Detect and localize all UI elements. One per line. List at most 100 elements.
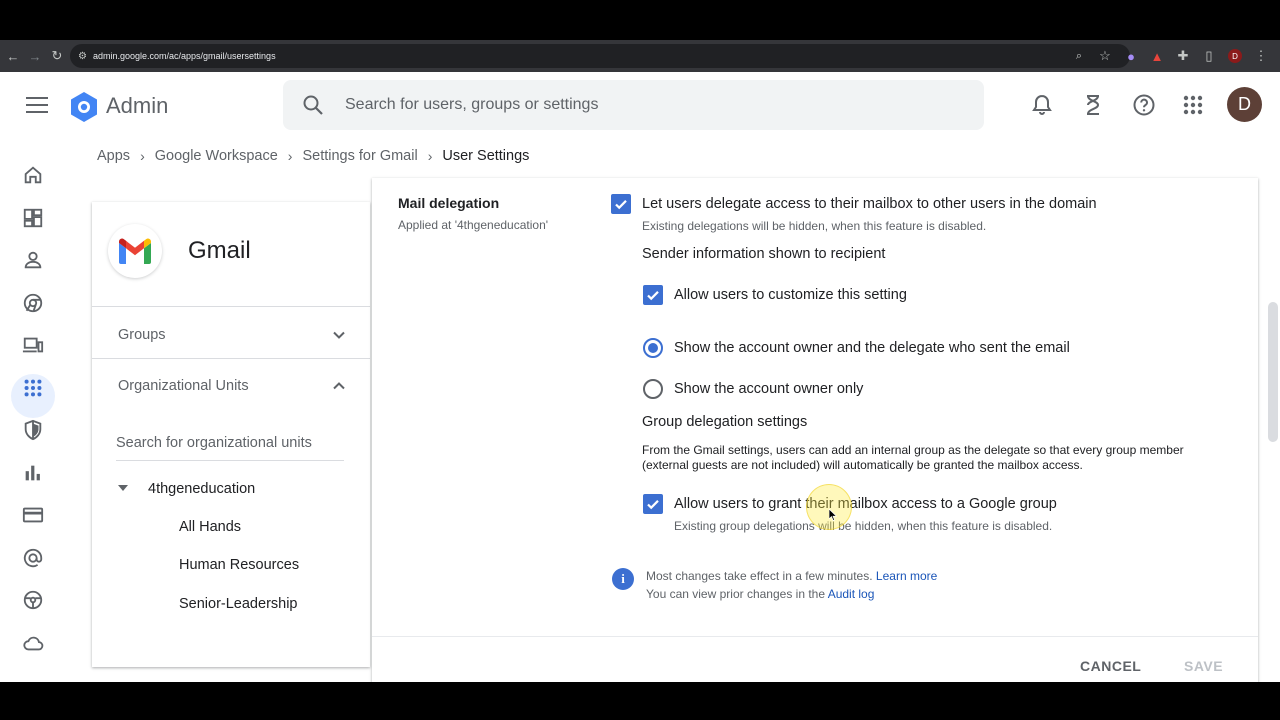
org-unit-panel: Gmail Groups Organizational Units Search… — [92, 202, 370, 667]
breadcrumb-apps[interactable]: Apps — [97, 148, 130, 164]
apps-grid-icon[interactable] — [1181, 93, 1205, 117]
app-header: Admin Search for users, groups or settin… — [0, 72, 1280, 138]
sender-info-heading: Sender information shown to recipient — [642, 246, 886, 262]
group-label: Allow users to grant their mailbox acces… — [674, 496, 1057, 512]
footer-divider — [372, 636, 1258, 637]
global-search[interactable]: Search for users, groups or settings — [283, 80, 984, 130]
main-menu-icon[interactable] — [26, 97, 48, 113]
chrome-icon[interactable] — [20, 290, 46, 316]
search-placeholder: Search for users, groups or settings — [345, 96, 599, 113]
group-delegation-description: From the Gmail settings, users can add a… — [642, 443, 1184, 472]
devices-icon[interactable] — [20, 332, 46, 358]
customize-checkbox[interactable] — [643, 285, 663, 305]
info-text-1: Most changes take effect in a few minute… — [646, 569, 873, 583]
info-text-2: You can view prior changes in the — [646, 587, 826, 601]
security-shield-icon[interactable] — [20, 417, 46, 443]
delegate-label: Let users delegate access to their mailb… — [642, 196, 1097, 212]
radio-owner-only[interactable] — [643, 379, 663, 399]
caret-down-icon[interactable] — [118, 485, 128, 491]
address-bar[interactable]: ⚙ admin.google.com/ac/apps/gmail/userset… — [70, 44, 1130, 68]
audit-log-link[interactable]: Audit log — [828, 587, 875, 601]
extensions-puzzle-icon[interactable]: ✚ — [1172, 45, 1194, 67]
breadcrumb-settings-for-gmail[interactable]: Settings for Gmail — [302, 148, 417, 164]
home-icon[interactable] — [20, 162, 46, 188]
setting-title: Mail delegation — [398, 195, 500, 211]
breadcrumb: Apps › Google Workspace › Settings for G… — [97, 148, 529, 164]
extension-circle-icon[interactable]: ● — [1120, 45, 1142, 67]
delegate-note: Existing delegations will be hidden, whe… — [642, 219, 987, 233]
ou-item-senior-leadership[interactable]: Senior-Leadership — [179, 596, 298, 612]
page-scrollbar[interactable] — [1268, 302, 1278, 442]
zoom-icon[interactable]: ⌕ — [1068, 45, 1090, 67]
notifications-bell-icon[interactable] — [1030, 93, 1054, 117]
group-note: Existing group delegations will be hidde… — [674, 519, 1053, 533]
info-line-2: You can view prior changes in the Audit … — [646, 587, 874, 601]
dashboard-icon[interactable] — [20, 205, 46, 231]
reload-icon[interactable]: ↻ — [46, 45, 68, 67]
site-info-icon[interactable]: ⚙ — [78, 51, 87, 62]
back-icon[interactable]: ← — [2, 45, 24, 67]
top-letterbox — [0, 0, 1280, 40]
mouse-cursor-icon — [829, 509, 837, 521]
side-panel-icon[interactable]: ▯ — [1198, 45, 1220, 67]
breadcrumb-google-workspace[interactable]: Google Workspace — [155, 148, 278, 164]
ou-item-all-hands[interactable]: All Hands — [179, 519, 241, 535]
profile-initial: D — [1228, 49, 1242, 63]
customize-label: Allow users to customize this setting — [674, 287, 907, 303]
ou-search-input[interactable]: Search for organizational units — [116, 435, 312, 451]
bookmark-star-icon[interactable]: ☆ — [1094, 45, 1116, 67]
settings-card: Mail delegation Applied at '4thgeneducat… — [372, 178, 1258, 682]
org-units-section-toggle[interactable]: Organizational Units — [118, 378, 249, 394]
url-text: admin.google.com/ac/apps/gmail/usersetti… — [92, 51, 276, 61]
browser-toolbar: ← → ↻ ⚙ admin.google.com/ac/apps/gmail/u… — [0, 40, 1280, 72]
learn-more-link[interactable]: Learn more — [876, 569, 937, 583]
radio-owner-and-delegate[interactable] — [643, 338, 663, 358]
admin-app: Admin Search for users, groups or settin… — [0, 72, 1280, 682]
chevron-right-icon: › — [427, 148, 433, 164]
info-line-1: Most changes take effect in a few minute… — [646, 569, 937, 583]
storage-cloud-icon[interactable] — [20, 630, 46, 656]
users-icon[interactable] — [20, 247, 46, 273]
app-name: Admin — [106, 93, 169, 118]
cursor-highlight — [806, 484, 852, 530]
group-delegation-heading: Group delegation settings — [642, 414, 808, 430]
group-checkbox[interactable] — [643, 494, 663, 514]
account-at-icon[interactable] — [20, 545, 46, 571]
apps-icon[interactable] — [20, 375, 46, 401]
forward-icon[interactable]: → — [24, 45, 46, 67]
help-icon[interactable] — [1132, 93, 1156, 117]
breadcrumb-current: User Settings — [442, 148, 530, 164]
profile-icon[interactable]: D — [1224, 45, 1246, 67]
delegate-checkbox[interactable] — [611, 194, 631, 214]
radio-owner-and-delegate-label: Show the account owner and the delegate … — [674, 340, 1070, 356]
browser-menu-icon[interactable]: ⋮ — [1250, 45, 1272, 67]
ou-search-underline — [116, 460, 344, 461]
search-icon[interactable] — [301, 93, 325, 117]
check-icon — [615, 200, 627, 210]
save-button[interactable]: SAVE — [1184, 658, 1223, 674]
chevron-down-icon[interactable] — [332, 328, 346, 342]
admin-logo-icon — [71, 92, 97, 122]
gmail-logo-icon — [108, 224, 162, 278]
avatar[interactable]: D — [1227, 87, 1262, 122]
setting-applied-at: Applied at '4thgeneducation' — [398, 218, 549, 232]
ou-item-root[interactable]: 4thgeneducation — [148, 481, 255, 497]
chevron-right-icon: › — [287, 148, 293, 164]
chevron-up-icon[interactable] — [332, 379, 346, 393]
app-title: Gmail — [188, 237, 251, 264]
check-icon — [647, 500, 659, 510]
extension-pdf-icon[interactable]: ▲ — [1146, 45, 1168, 67]
info-icon: i — [612, 568, 634, 590]
reporting-chart-icon[interactable] — [20, 460, 46, 486]
rules-steering-icon[interactable] — [20, 587, 46, 613]
bottom-letterbox — [0, 682, 1280, 720]
divider — [92, 358, 370, 359]
tasks-hourglass-icon[interactable] — [1081, 93, 1105, 117]
groups-section-toggle[interactable]: Groups — [118, 327, 166, 343]
radio-owner-only-label: Show the account owner only — [674, 381, 864, 397]
chevron-right-icon: › — [140, 148, 145, 164]
cancel-button[interactable]: CANCEL — [1080, 658, 1141, 674]
billing-card-icon[interactable] — [20, 502, 46, 528]
ou-item-human-resources[interactable]: Human Resources — [179, 557, 299, 573]
divider — [92, 306, 370, 307]
